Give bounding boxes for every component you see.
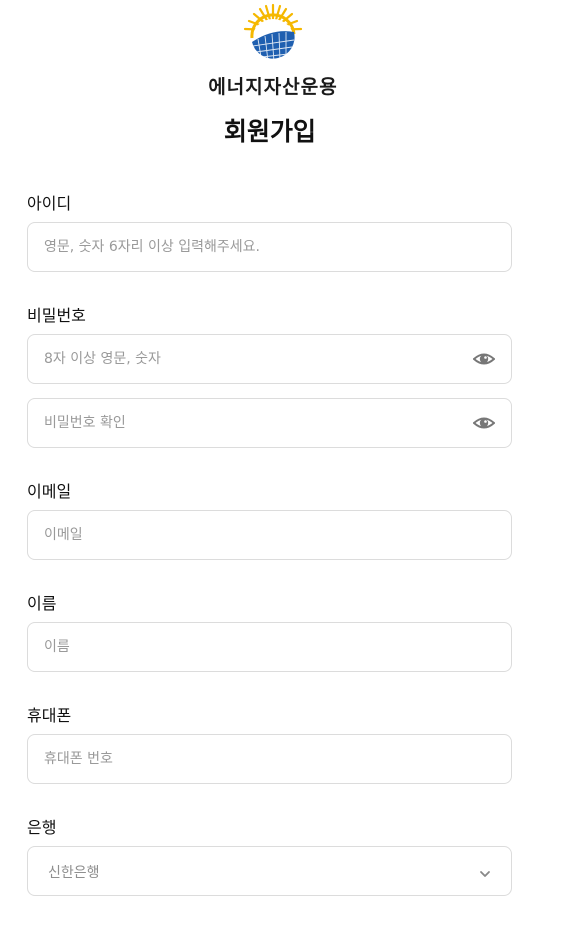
eye-icon[interactable] <box>472 349 496 369</box>
id-label: 아이디 <box>27 194 72 213</box>
password-label: 비밀번호 <box>27 306 86 325</box>
name-input[interactable] <box>28 623 444 671</box>
page-title: 회원가입 <box>223 117 316 146</box>
email-field[interactable] <box>27 510 512 560</box>
phone-label: 휴대폰 <box>27 706 72 725</box>
email-label: 이메일 <box>27 482 72 501</box>
phone-field[interactable] <box>27 734 512 784</box>
bank-label: 은행 <box>27 818 57 837</box>
brand-logo: 에너지자산운용 <box>200 2 346 98</box>
id-field[interactable] <box>27 222 512 272</box>
name-field[interactable] <box>27 622 512 672</box>
signup-page: 에너지자산운용 회원가입 아이디 비밀번호 이메일 <box>0 0 566 926</box>
password-confirm-input[interactable] <box>28 399 444 447</box>
eye-icon[interactable] <box>472 413 496 433</box>
solar-sun-panel-logo <box>243 3 303 63</box>
password-input[interactable] <box>28 335 444 383</box>
bank-select[interactable]: 신한은행 <box>27 846 512 896</box>
password-confirm-field[interactable] <box>27 398 512 448</box>
id-input[interactable] <box>28 223 444 271</box>
bank-selected-value: 신한은행 <box>48 865 100 881</box>
brand-name: 에너지자산운용 <box>208 76 338 98</box>
password-field[interactable] <box>27 334 512 384</box>
phone-input[interactable] <box>28 735 444 783</box>
email-input[interactable] <box>28 511 444 559</box>
chevron-down-icon <box>479 865 491 877</box>
name-label: 이름 <box>27 594 57 613</box>
